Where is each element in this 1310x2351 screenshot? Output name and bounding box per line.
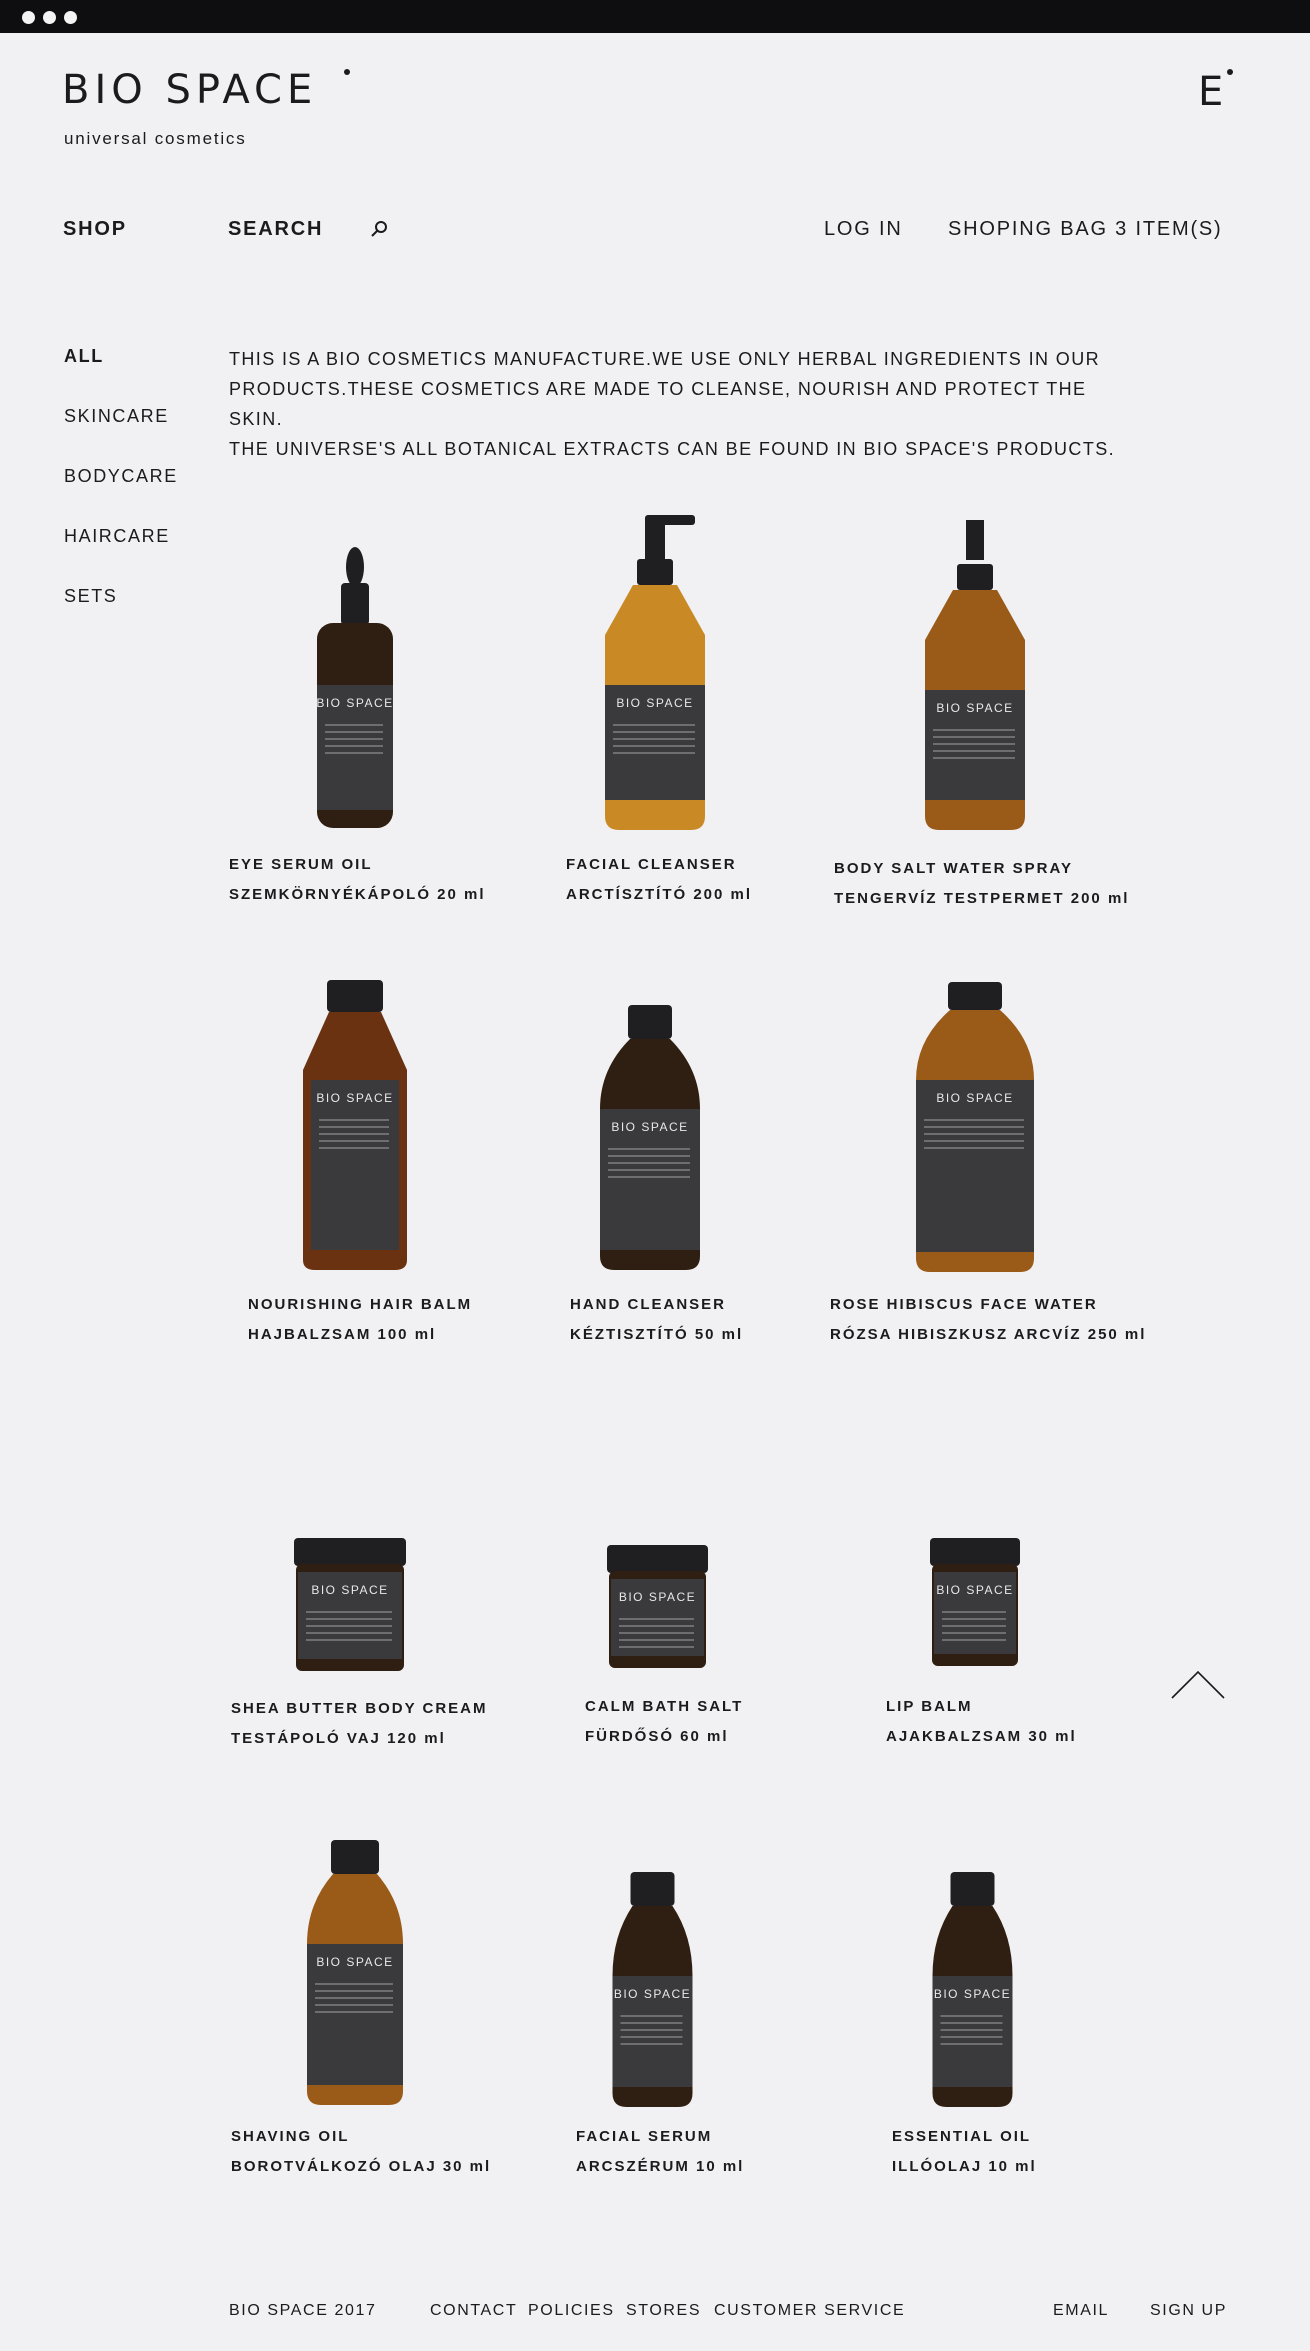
- svg-text:BIO SPACE: BIO SPACE: [936, 1583, 1013, 1597]
- product-name[interactable]: ESSENTIAL OIL: [892, 2128, 1031, 2145]
- product-name[interactable]: EYE SERUM OIL: [229, 856, 373, 873]
- footer-copyright: BIO SPACE 2017: [229, 2302, 377, 2319]
- product-subtitle: ARCTÍSZTÍTÓ 200 ml: [566, 886, 753, 903]
- product-name[interactable]: FACIAL CLEANSER: [566, 856, 737, 873]
- intro-line: THIS IS A BIO COSMETICS MANUFACTURE.WE U…: [229, 349, 1100, 369]
- product-name[interactable]: HAND CLEANSER: [570, 1296, 726, 1313]
- category-sets[interactable]: SETS: [64, 586, 117, 607]
- svg-text:BIO SPACE: BIO SPACE: [316, 1955, 393, 1969]
- footer-email-link[interactable]: EMAIL: [1053, 2302, 1109, 2320]
- category-all[interactable]: ALL: [64, 346, 104, 367]
- svg-text:BIO SPACE: BIO SPACE: [936, 1091, 1013, 1105]
- product-image[interactable]: BIO SPACE: [910, 982, 1040, 1272]
- product-subtitle: SZEMKÖRNYÉKÁPOLÓ 20 ml: [229, 886, 486, 903]
- product-name[interactable]: NOURISHING HAIR BALM: [248, 1296, 472, 1313]
- product-subtitle: TESTÁPOLÓ VAJ 120 ml: [231, 1730, 446, 1747]
- intro-line: THE UNIVERSE'S ALL BOTANICAL EXTRACTS CA…: [229, 439, 1116, 459]
- category-haircare[interactable]: HAIRCARE: [64, 526, 170, 547]
- nav-login[interactable]: LOG IN: [824, 218, 903, 241]
- svg-text:BIO SPACE: BIO SPACE: [311, 1583, 388, 1597]
- product-subtitle: RÓZSA HIBISZKUSZ ARCVÍZ 250 ml: [830, 1326, 1147, 1343]
- product-image[interactable]: BIO SPACE: [600, 1545, 715, 1670]
- product-name[interactable]: SHAVING OIL: [231, 2128, 349, 2145]
- svg-text:BIO SPACE: BIO SPACE: [934, 1987, 1011, 2001]
- product-name[interactable]: FACIAL SERUM: [576, 2128, 712, 2145]
- product-name[interactable]: LIP BALM: [886, 1698, 973, 1715]
- product-subtitle: AJAKBALZSAM 30 ml: [886, 1728, 1077, 1745]
- nav-shop[interactable]: SHOP: [63, 218, 127, 241]
- svg-text:BIO SPACE: BIO SPACE: [316, 696, 393, 710]
- product-image[interactable]: BIO SPACE: [300, 1840, 410, 2105]
- svg-text:BIO SPACE: BIO SPACE: [936, 701, 1013, 715]
- product-image[interactable]: BIO SPACE: [920, 1538, 1030, 1668]
- window-close-dot[interactable]: [22, 11, 35, 24]
- product-subtitle: HAJBALZSAM 100 ml: [248, 1326, 437, 1343]
- svg-text:BIO SPACE: BIO SPACE: [316, 1091, 393, 1105]
- product-subtitle: FÜRDŐSÓ 60 ml: [585, 1728, 729, 1745]
- brand-mark[interactable]: E: [1198, 72, 1223, 112]
- window-maximize-dot[interactable]: [64, 11, 77, 24]
- product-image[interactable]: BIO SPACE: [610, 1872, 695, 2107]
- product-name[interactable]: CALM BATH SALT: [585, 1698, 743, 1715]
- footer-policies-link[interactable]: POLICIES: [528, 2302, 615, 2320]
- category-skincare[interactable]: SKINCARE: [64, 406, 169, 427]
- brand-mark-dot: [1227, 69, 1233, 75]
- product-image[interactable]: BIO SPACE: [930, 1872, 1015, 2107]
- window-title-bar: [0, 0, 1310, 33]
- product-image[interactable]: BIO SPACE: [590, 515, 720, 830]
- product-name[interactable]: SHEA BUTTER BODY CREAM: [231, 1700, 488, 1717]
- brand-logo[interactable]: BIO SPACE: [62, 70, 317, 110]
- product-image[interactable]: BIO SPACE: [915, 520, 1035, 830]
- search-icon[interactable]: [368, 218, 390, 240]
- footer-signup-link[interactable]: SIGN UP: [1150, 2302, 1227, 2320]
- product-subtitle: ILLÓOLAJ 10 ml: [892, 2158, 1037, 2175]
- product-name[interactable]: BODY SALT WATER SPRAY: [834, 860, 1073, 877]
- nav-search[interactable]: SEARCH: [228, 218, 323, 241]
- svg-text:BIO SPACE: BIO SPACE: [619, 1590, 696, 1604]
- intro-text: THIS IS A BIO COSMETICS MANUFACTURE.WE U…: [229, 344, 1129, 464]
- product-image[interactable]: BIO SPACE: [295, 980, 415, 1270]
- product-subtitle: ARCSZÉRUM 10 ml: [576, 2158, 745, 2175]
- product-subtitle: TENGERVÍZ TESTPERMET 200 ml: [834, 890, 1130, 907]
- chevron-up-icon[interactable]: [1170, 1668, 1226, 1700]
- svg-text:BIO SPACE: BIO SPACE: [614, 1987, 691, 2001]
- logo-dot: [344, 69, 350, 75]
- nav-shopping-bag[interactable]: SHOPING BAG 3 ITEM(S): [948, 218, 1223, 241]
- product-image[interactable]: BIO SPACE: [300, 545, 410, 830]
- svg-text:BIO SPACE: BIO SPACE: [611, 1120, 688, 1134]
- product-subtitle: BOROTVÁLKOZÓ OLAJ 30 ml: [231, 2158, 492, 2175]
- svg-text:BIO SPACE: BIO SPACE: [616, 696, 693, 710]
- product-image[interactable]: BIO SPACE: [595, 1005, 705, 1270]
- product-subtitle: KÉZTISZTÍTÓ 50 ml: [570, 1326, 744, 1343]
- footer-stores-link[interactable]: STORES: [626, 2302, 701, 2320]
- footer-contact-link[interactable]: CONTACT: [430, 2302, 517, 2320]
- category-bodycare[interactable]: BODYCARE: [64, 466, 178, 487]
- product-name[interactable]: ROSE HIBISCUS FACE WATER: [830, 1296, 1098, 1313]
- brand-tagline: universal cosmetics: [64, 129, 247, 148]
- intro-line: PRODUCTS.THESE COSMETICS ARE MADE TO CLE…: [229, 379, 1087, 429]
- window-minimize-dot[interactable]: [43, 11, 56, 24]
- product-image[interactable]: BIO SPACE: [290, 1538, 410, 1673]
- footer-customer-service-link[interactable]: CUSTOMER SERVICE: [714, 2302, 905, 2320]
